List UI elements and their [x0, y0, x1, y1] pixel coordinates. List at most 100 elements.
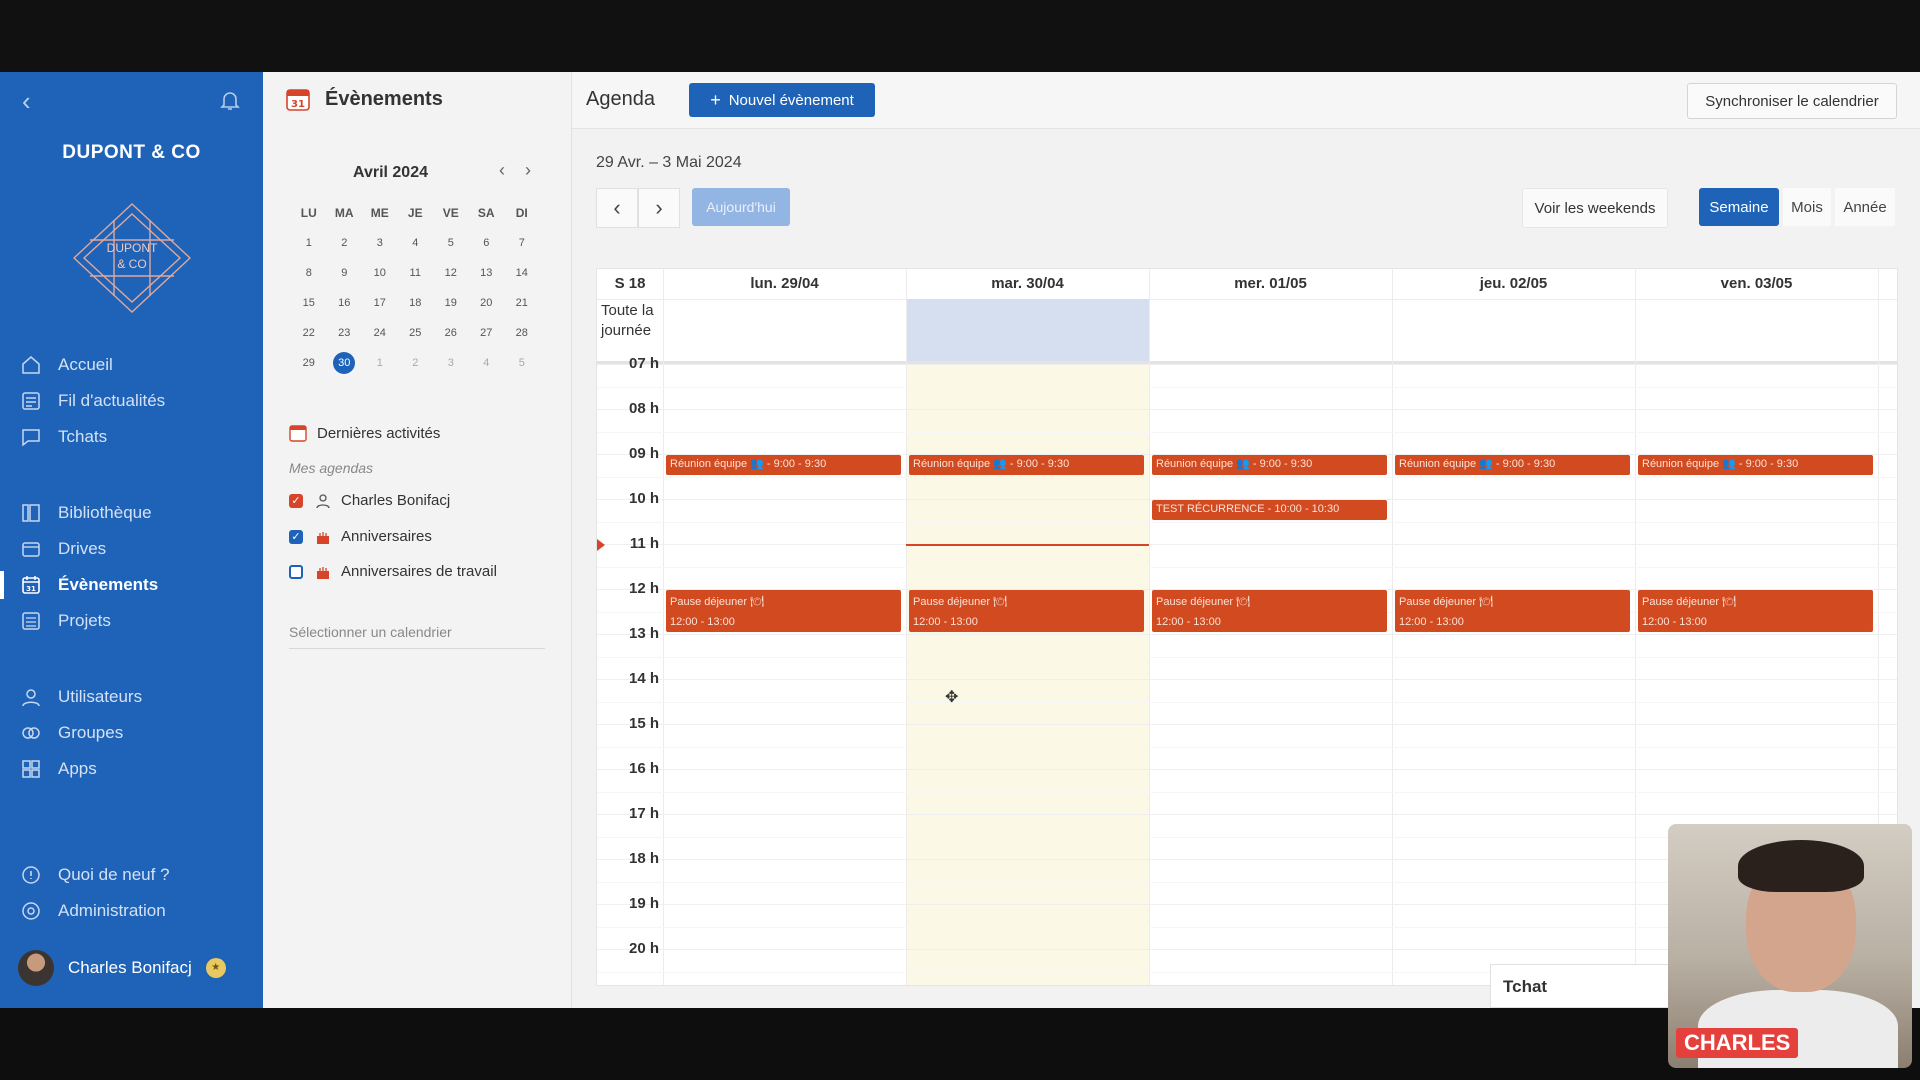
calendar-event[interactable]: Réunion équipe 👥 - 9:00 - 9:30 [1395, 455, 1630, 475]
nav-item-apps[interactable]: Apps [0, 752, 263, 786]
nav-item-bibliotheque[interactable]: Bibliothèque [0, 496, 263, 530]
mini-calendar-day[interactable]: 7 [504, 237, 540, 249]
calendar-toggle-anniversaires-travail[interactable]: Anniversaires de travail [289, 563, 497, 580]
mini-calendar-day[interactable]: 12 [433, 267, 469, 279]
calendar-event[interactable]: Réunion équipe 👥 - 9:00 - 9:30 [1152, 455, 1387, 475]
mini-calendar-day[interactable]: 15 [291, 297, 327, 309]
mini-calendar-day[interactable]: 3 [362, 237, 398, 249]
mini-calendar-day[interactable]: 18 [398, 297, 434, 309]
mini-calendar-day[interactable]: 8 [291, 267, 327, 279]
bell-icon[interactable] [218, 88, 242, 112]
all-day-row[interactable]: Toute la journée [597, 299, 1897, 364]
nav-item-quoi-de-neuf[interactable]: Quoi de neuf ? [0, 858, 263, 892]
nav-item-drives[interactable]: Drives [0, 532, 263, 566]
collapse-sidebar-icon[interactable]: ‹ [22, 86, 31, 117]
nav-item-projets[interactable]: Projets [0, 604, 263, 638]
day-header[interactable]: jeu. 02/05 [1392, 269, 1635, 299]
nav-item-administration[interactable]: Administration [0, 894, 263, 928]
mini-calendar-day[interactable]: 5 [504, 357, 540, 369]
mini-calendar-day[interactable]: 20 [469, 297, 505, 309]
mini-calendar-day[interactable]: 27 [469, 327, 505, 339]
next-week-button[interactable]: › [638, 188, 680, 228]
mini-calendar-day[interactable]: 25 [398, 327, 434, 339]
checkbox-checked[interactable]: ✓ [289, 529, 303, 544]
event-title: Pause déjeuner 🍽 [670, 596, 765, 608]
mini-calendar-day[interactable]: 24 [362, 327, 398, 339]
mini-calendar-day[interactable]: 19 [433, 297, 469, 309]
show-weekends-button[interactable]: Voir les weekends [1522, 188, 1668, 228]
nav-item-fil-actualites[interactable]: Fil d'actualités [0, 384, 263, 418]
mini-calendar-week: 8 9 10 11 12 13 14 [291, 258, 541, 288]
calendar-toggle-charles[interactable]: ✓ Charles Bonifacj [289, 492, 450, 509]
calendar-event[interactable]: Réunion équipe 👥 - 9:00 - 9:30 [909, 455, 1144, 475]
mini-calendar-day[interactable]: 9 [327, 267, 363, 279]
view-year-button[interactable]: Année [1835, 188, 1895, 226]
nav-item-evenements[interactable]: 31 Évènements [0, 568, 263, 602]
mini-calendar-day[interactable]: 3 [433, 357, 469, 369]
calendar-toggle-anniversaires[interactable]: ✓ Anniversaires [289, 528, 432, 545]
weekday: ME [370, 206, 389, 220]
recent-activities-link[interactable]: Dernières activités [289, 424, 440, 442]
mini-calendar-prev-icon[interactable]: ‹ [499, 160, 505, 181]
mini-calendar-day[interactable]: 17 [362, 297, 398, 309]
day-header[interactable]: ven. 03/05 [1635, 269, 1878, 299]
nav-item-accueil[interactable]: Accueil [0, 348, 263, 382]
mini-calendar-weekdays: LU MA ME JE VE SA DI [291, 198, 541, 228]
view-month-button[interactable]: Mois [1783, 188, 1831, 226]
cake-icon [317, 531, 329, 544]
sync-calendar-button[interactable]: Synchroniser le calendrier [1687, 83, 1897, 119]
nav-item-tchats[interactable]: Tchats [0, 420, 263, 454]
all-day-selected-cell[interactable] [906, 299, 1149, 361]
today-marker: 30 [333, 352, 356, 374]
calendar-event[interactable]: Pause déjeuner 🍽 12:00 - 13:00 [1638, 590, 1873, 632]
prev-week-button[interactable]: ‹ [596, 188, 638, 228]
new-event-button[interactable]: + Nouvel évènement [689, 83, 875, 117]
mini-calendar-day[interactable]: 5 [433, 237, 469, 249]
checkbox-unchecked[interactable] [289, 564, 303, 579]
mini-calendar-day[interactable]: 6 [469, 237, 505, 249]
mini-calendar-day[interactable]: 2 [327, 237, 363, 249]
calendar-event[interactable]: TEST RÉCURRENCE - 10:00 - 10:30 [1152, 500, 1387, 520]
calendar-event[interactable]: Réunion équipe 👥 - 9:00 - 9:30 [1638, 455, 1873, 475]
calendar-event[interactable]: Pause déjeuner 🍽 12:00 - 13:00 [1152, 590, 1387, 632]
mini-calendar-day[interactable]: 21 [504, 297, 540, 309]
mini-calendar-day[interactable]: 14 [504, 267, 540, 279]
company-name: DUPONT & CO [62, 142, 201, 163]
event-title: Pause déjeuner 🍽 [913, 596, 1008, 608]
current-user[interactable]: Charles Bonifacj ★ [18, 950, 226, 986]
view-week-button[interactable]: Semaine [1699, 188, 1779, 226]
hour-label: 19 h [628, 895, 659, 912]
day-header[interactable]: mer. 01/05 [1149, 269, 1392, 299]
mini-calendar-day[interactable]: 26 [433, 327, 469, 339]
mini-calendar-day[interactable]: 13 [469, 267, 505, 279]
calendar-event[interactable]: Réunion équipe 👥 - 9:00 - 9:30 [666, 455, 901, 475]
calendar-event[interactable]: Pause déjeuner 🍽 12:00 - 13:00 [666, 590, 901, 632]
calendar-event[interactable]: Pause déjeuner 🍽 12:00 - 13:00 [909, 590, 1144, 632]
event-title: Pause déjeuner 🍽 [1399, 596, 1494, 608]
mini-calendar-day[interactable]: 16 [327, 297, 363, 309]
mini-calendar-day[interactable]: 22 [291, 327, 327, 339]
select-calendar-input[interactable]: Sélectionner un calendrier [289, 624, 545, 649]
mini-calendar-day[interactable]: 1 [291, 237, 327, 249]
day-header[interactable]: lun. 29/04 [663, 269, 906, 299]
mini-calendar-day[interactable]: 28 [504, 327, 540, 339]
mini-calendar-day[interactable]: 4 [469, 357, 505, 369]
half-hour-line [597, 476, 1897, 478]
checkbox-checked[interactable]: ✓ [289, 493, 303, 508]
mini-calendar-day[interactable]: 1 [362, 357, 398, 369]
mini-calendar-next-icon[interactable]: › [525, 160, 531, 181]
mini-calendar-day[interactable]: 4 [398, 237, 434, 249]
day-header[interactable]: mar. 30/04 [906, 269, 1149, 299]
mini-calendar-day[interactable]: 30 [327, 352, 363, 374]
mini-calendar-day[interactable]: 10 [362, 267, 398, 279]
nav-item-utilisateurs[interactable]: Utilisateurs [0, 680, 263, 714]
mini-calendar-day[interactable]: 11 [398, 267, 434, 279]
tchat-button[interactable]: Tchat [1490, 964, 1670, 1008]
nav-item-groupes[interactable]: Groupes [0, 716, 263, 750]
calendar-event[interactable]: Pause déjeuner 🍽 12:00 - 13:00 [1395, 590, 1630, 632]
today-button[interactable]: Aujourd'hui [692, 188, 790, 226]
mini-calendar-day[interactable]: 29 [291, 357, 327, 369]
page-title: Agenda [586, 88, 655, 110]
mini-calendar-day[interactable]: 2 [398, 357, 434, 369]
mini-calendar-day[interactable]: 23 [327, 327, 363, 339]
